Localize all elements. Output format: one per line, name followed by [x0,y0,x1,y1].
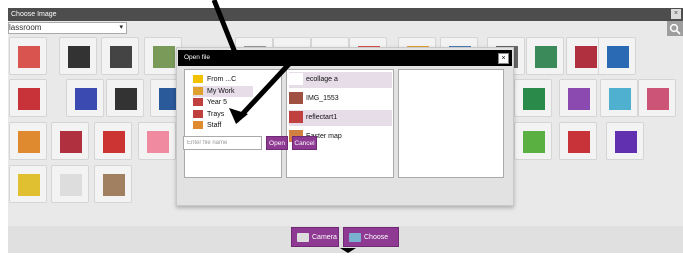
bottom-arrow-head [340,248,356,253]
top-arrow-line [211,0,239,56]
annotation-arrows [211,0,356,253]
middle-arrow-line [234,61,292,123]
